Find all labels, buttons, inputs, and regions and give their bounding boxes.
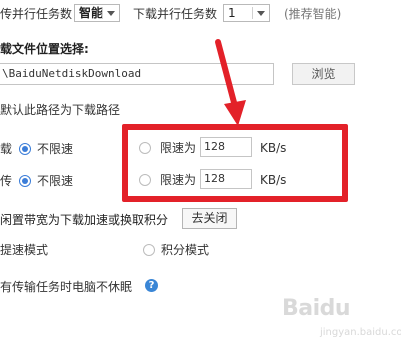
recommend-note: (推荐智能) [284,7,342,21]
download-concurrency-label: 下载并行任务数 [133,7,218,21]
download-location-label: 载文件位置选择: [0,42,89,56]
highlight-box [122,124,348,202]
accel-mode-label[interactable]: 提速模式 [0,242,48,258]
idle-bandwidth-label: 闲置带宽为下载加速或换取积分 [0,213,169,227]
close-idle-bandwidth-button[interactable]: 去关闭 [182,208,237,229]
upload-unlimited-radio[interactable] [19,175,31,187]
points-mode-radio[interactable] [143,244,155,256]
download-unlimited-radio[interactable] [19,143,31,155]
browse-button[interactable]: 浏览 [292,63,355,85]
points-mode-label: 积分模式 [161,243,210,257]
chevron-down-icon [257,11,265,16]
watermark-subtext: jingyan.baidu.com [320,327,401,338]
download-speed-row-label: 载 [0,142,13,156]
download-unlimited-label: 不限速 [37,142,74,156]
select-divider [252,7,253,19]
annotation-arrow-icon [215,39,246,126]
help-icon[interactable]: ? [145,279,158,292]
default-path-checkbox-label[interactable]: 默认此路径为下载路径 [0,102,120,118]
upload-concurrency-select[interactable]: 智能 [74,4,120,22]
upload-concurrency-value: 智能 [79,6,104,20]
baidu-watermark-logo: Baidu [282,296,351,321]
download-concurrency-select[interactable]: 1 [223,4,270,22]
download-concurrency-value: 1 [228,6,236,20]
chevron-down-icon [107,11,115,16]
no-sleep-label[interactable]: 有传输任务时电脑不休眠 [0,279,132,295]
upload-unlimited-label: 不限速 [37,174,74,188]
upload-concurrency-label: 传并行任务数 [0,7,73,21]
select-divider [102,7,103,19]
upload-speed-row-label: 传 [0,174,13,188]
